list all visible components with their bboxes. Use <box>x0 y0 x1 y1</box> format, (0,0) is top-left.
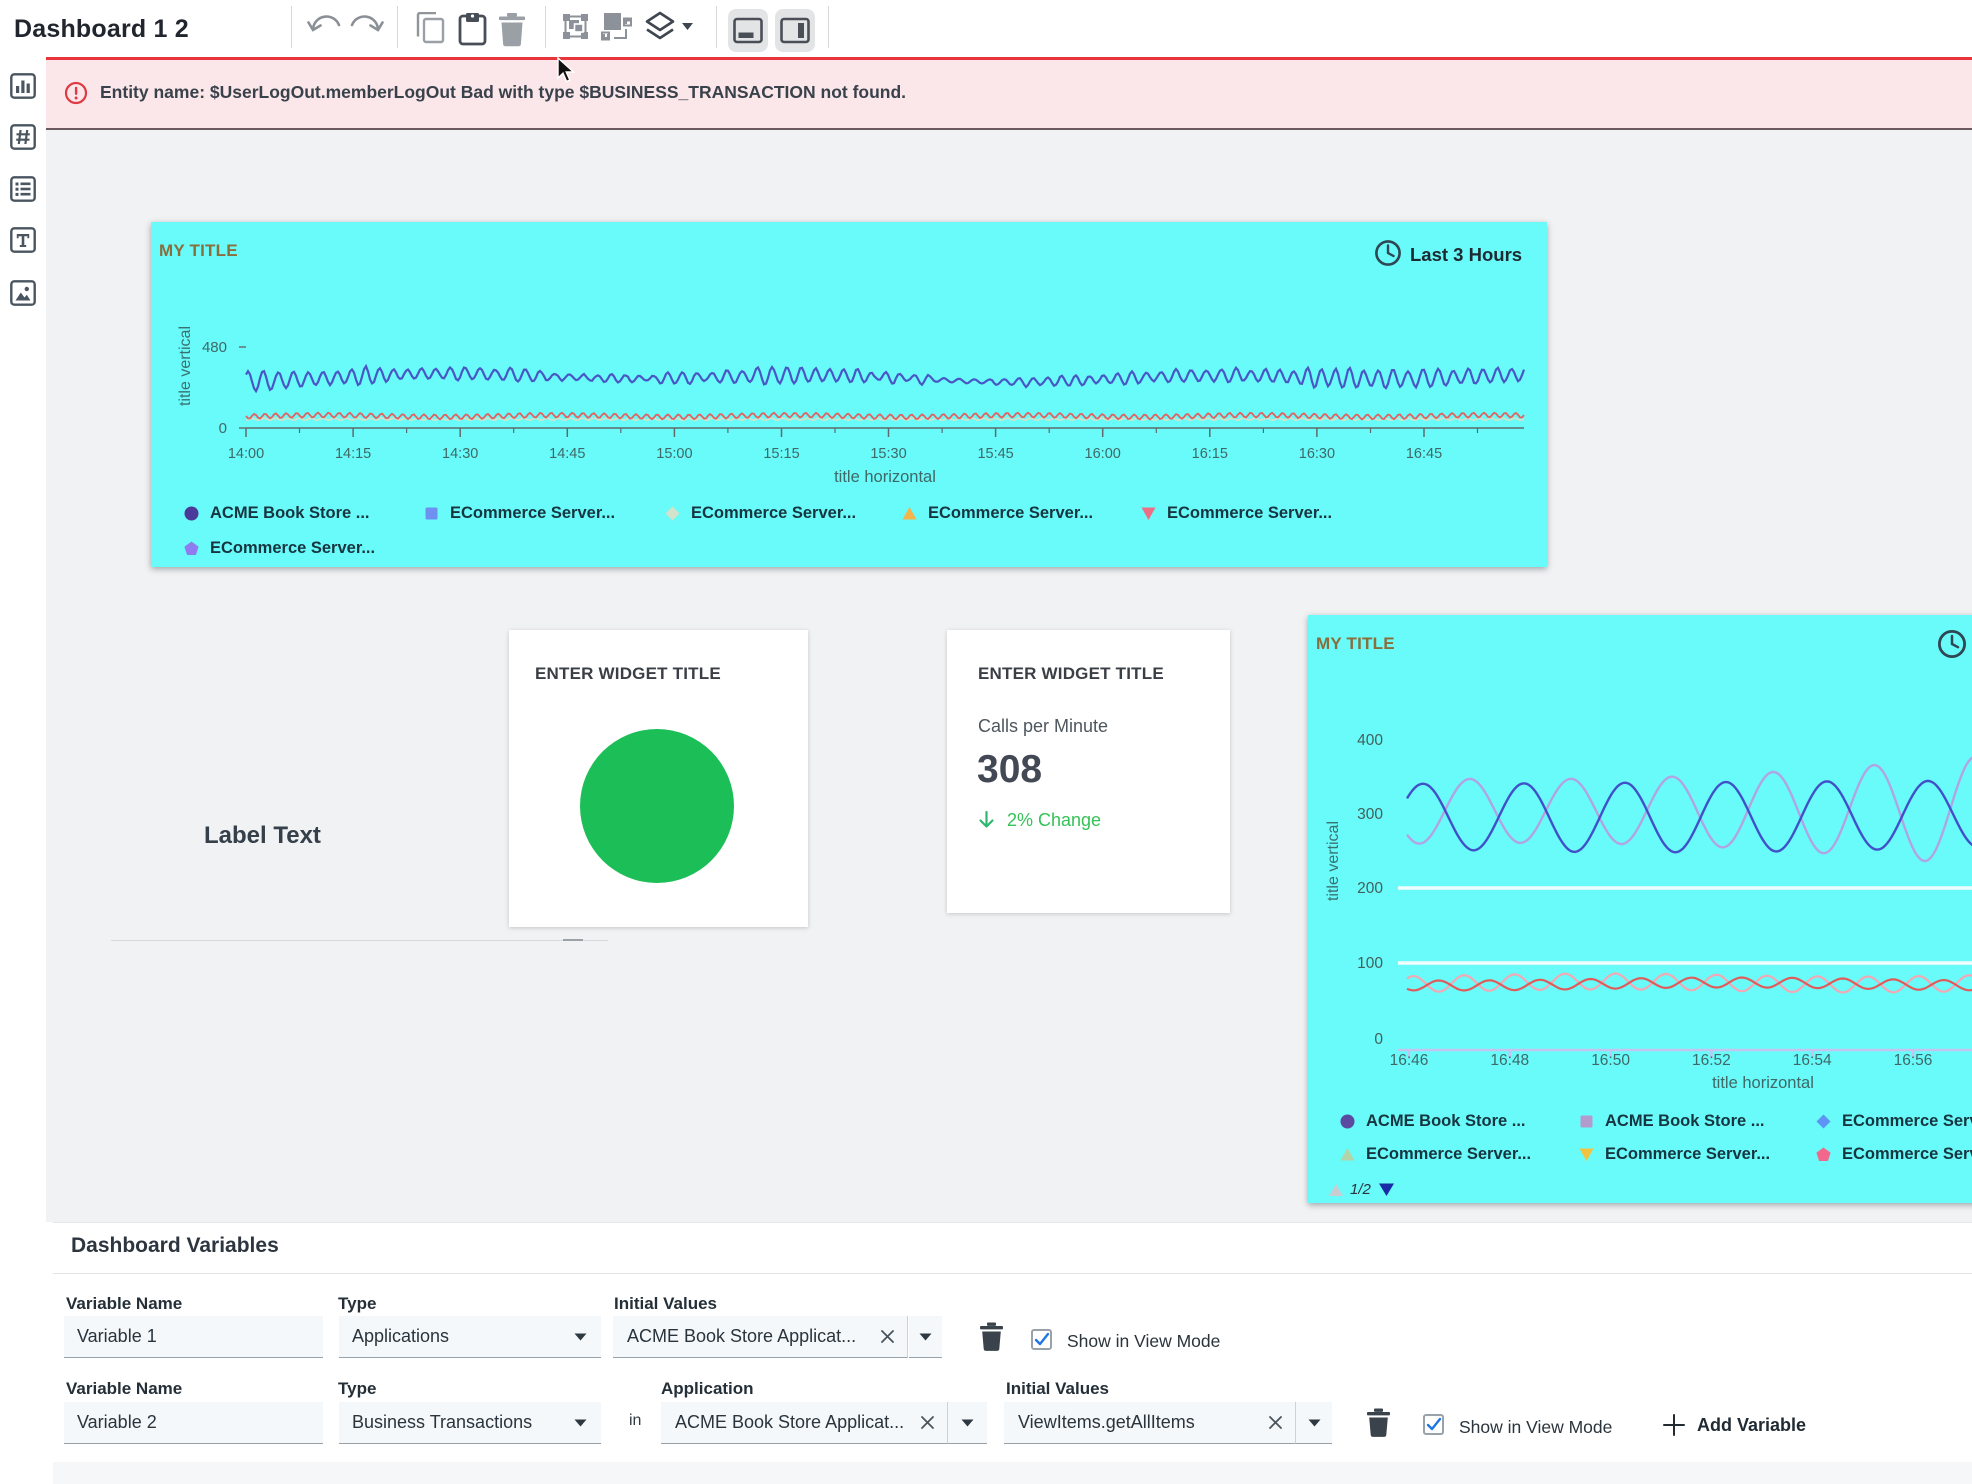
svg-text:0: 0 <box>219 420 227 437</box>
svg-text:16:15: 16:15 <box>1192 446 1228 462</box>
svg-text:16:52: 16:52 <box>1692 1052 1731 1069</box>
svg-text:15:30: 15:30 <box>870 446 906 462</box>
svg-text:title horizontal: title horizontal <box>1712 1074 1814 1092</box>
svg-text:14:30: 14:30 <box>442 446 478 462</box>
svg-text:16:50: 16:50 <box>1591 1052 1630 1069</box>
svg-text:15:45: 15:45 <box>977 446 1013 462</box>
svg-text:16:00: 16:00 <box>1085 446 1121 462</box>
svg-text:14:45: 14:45 <box>549 446 585 462</box>
svg-text:title vertical: title vertical <box>177 326 194 406</box>
svg-text:16:56: 16:56 <box>1894 1052 1933 1069</box>
svg-text:300: 300 <box>1357 806 1383 823</box>
svg-text:16:45: 16:45 <box>1406 446 1442 462</box>
svg-text:15:15: 15:15 <box>763 446 799 462</box>
svg-text:15:00: 15:00 <box>656 446 692 462</box>
svg-text:title horizontal: title horizontal <box>834 468 936 486</box>
svg-text:400: 400 <box>1357 732 1383 749</box>
svg-text:16:48: 16:48 <box>1490 1052 1529 1069</box>
svg-text:100: 100 <box>1357 955 1383 972</box>
svg-text:14:15: 14:15 <box>335 446 371 462</box>
svg-text:0: 0 <box>1374 1031 1383 1048</box>
svg-text:200: 200 <box>1357 880 1383 897</box>
svg-text:480: 480 <box>202 339 227 356</box>
svg-text:16:46: 16:46 <box>1390 1052 1429 1069</box>
svg-text:title vertical: title vertical <box>1325 821 1342 901</box>
svg-text:14:00: 14:00 <box>228 446 264 462</box>
svg-text:16:30: 16:30 <box>1299 446 1335 462</box>
svg-text:16:54: 16:54 <box>1793 1052 1832 1069</box>
